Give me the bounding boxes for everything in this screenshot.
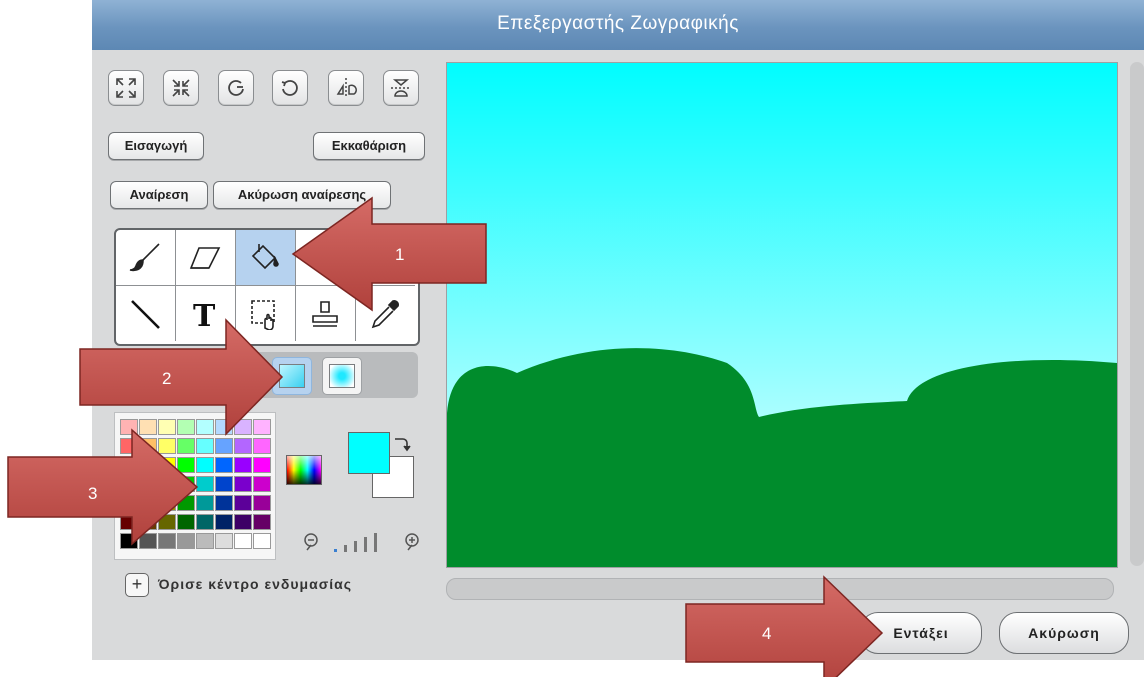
arrow-1: [291, 196, 487, 312]
annotation-label-4: 4: [762, 624, 772, 643]
annotation-label-1: 1: [395, 245, 405, 264]
arrow-2: [79, 318, 284, 436]
arrow-4: [685, 575, 884, 677]
annotation-label-3: 3: [88, 484, 98, 503]
arrow-3: [7, 428, 199, 546]
annotation-arrows: [7, 196, 884, 677]
annotation-label-2: 2: [162, 369, 172, 388]
